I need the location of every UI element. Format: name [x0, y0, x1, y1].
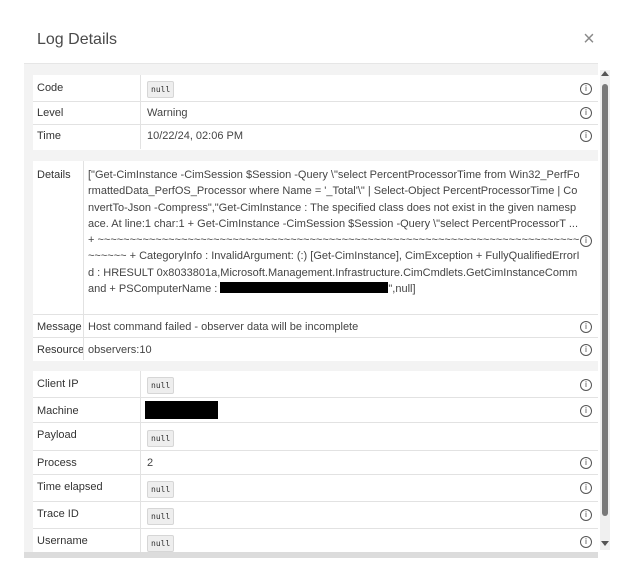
row-client-ip: Client IP null i	[33, 371, 598, 398]
info-icon[interactable]: i	[580, 344, 592, 356]
null-chip: null	[147, 81, 175, 98]
row-label: Payload	[37, 429, 77, 441]
details-section: Details ["Get-CimInstance -CimSession $S…	[33, 161, 598, 361]
context-section: Client IP null i Machine i Payload null …	[33, 371, 598, 558]
row-label: Trace ID	[37, 508, 79, 520]
info-icon[interactable]: i	[580, 405, 592, 417]
info-icon[interactable]: i	[580, 235, 592, 247]
row-label: Process	[37, 457, 77, 469]
row-message: Message Host command failed - observer d…	[33, 315, 598, 338]
row-payload: Payload null	[33, 423, 598, 451]
close-icon[interactable]: ×	[580, 29, 598, 49]
null-chip: null	[147, 535, 175, 552]
row-label: Resource	[37, 344, 85, 356]
row-level: Level Warning i	[33, 102, 598, 125]
dialog-header: Log Details ×	[0, 0, 628, 62]
row-value: Host command failed - observer data will…	[88, 321, 359, 333]
row-machine: Machine i	[33, 398, 598, 423]
info-icon[interactable]: i	[580, 509, 592, 521]
scrollbar-thumb[interactable]	[602, 84, 608, 516]
dialog-title: Log Details	[37, 31, 118, 48]
row-label: Level	[37, 107, 64, 119]
details-text: ["Get-CimInstance -CimSession $Session -…	[88, 169, 582, 296]
null-chip: null	[147, 508, 175, 525]
null-chip: null	[147, 377, 175, 394]
row-time: Time 10/22/24, 02:06 PM i	[33, 125, 598, 149]
row-label: Details	[37, 169, 71, 181]
row-label: Code	[37, 82, 64, 94]
row-value: 2	[147, 457, 154, 469]
summary-section: Code null i Level Warning i Time 10/22/2…	[33, 75, 598, 150]
redacted-block	[145, 401, 218, 419]
row-details: Details ["Get-CimInstance -CimSession $S…	[33, 161, 598, 315]
redacted-block	[220, 282, 389, 294]
row-trace-id: Trace ID null i	[33, 502, 598, 529]
row-label: Message	[37, 321, 82, 333]
row-code: Code null i	[33, 75, 598, 102]
info-icon[interactable]: i	[580, 130, 592, 142]
row-process: Process 2 i	[33, 451, 598, 475]
info-icon[interactable]: i	[580, 379, 592, 391]
info-icon[interactable]: i	[580, 107, 592, 119]
row-time-elapsed: Time elapsed null i	[33, 475, 598, 502]
row-label: Machine	[37, 405, 79, 417]
row-resource: Resource observers:10 i	[33, 338, 598, 360]
row-label: Username	[37, 535, 88, 547]
info-icon[interactable]: i	[580, 321, 592, 333]
row-label: Time elapsed	[37, 481, 103, 493]
null-chip: null	[147, 430, 175, 447]
info-icon[interactable]: i	[580, 457, 592, 469]
info-icon[interactable]: i	[580, 482, 592, 494]
row-value: Warning	[147, 107, 188, 119]
row-label: Time	[37, 130, 62, 142]
horizontal-scrollbar[interactable]	[24, 552, 598, 558]
row-value: observers:10	[88, 344, 152, 356]
row-value: 10/22/24, 02:06 PM	[147, 130, 244, 142]
row-label: Client IP	[37, 378, 79, 390]
scroll-down-icon[interactable]	[601, 541, 609, 546]
log-details-panel: Code null i Level Warning i Time 10/22/2…	[24, 63, 598, 558]
info-icon[interactable]: i	[580, 83, 592, 95]
null-chip: null	[147, 481, 175, 498]
scroll-up-icon[interactable]	[601, 71, 609, 76]
info-icon[interactable]: i	[580, 536, 592, 548]
